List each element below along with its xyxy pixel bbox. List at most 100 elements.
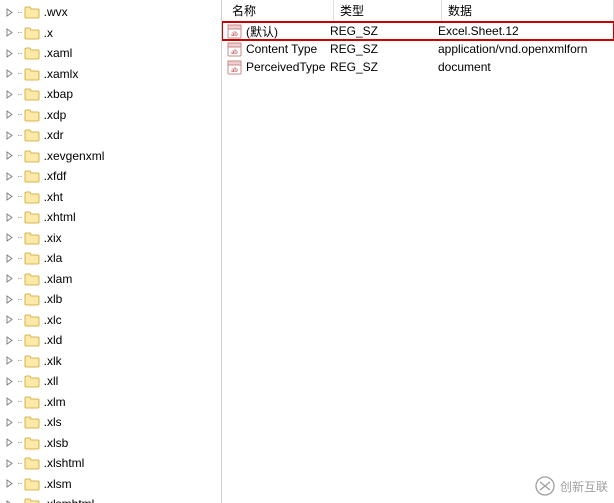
tree-item[interactable]: ·· .xfdf <box>0 166 221 187</box>
tree-guide: ·· <box>17 355 22 366</box>
tree-item-label: .xlc <box>44 313 62 327</box>
tree-item-label: .xhtml <box>44 210 76 224</box>
reg-string-icon: ab <box>226 60 242 75</box>
folder-icon <box>24 292 40 306</box>
expand-icon[interactable] <box>4 417 15 428</box>
expand-icon[interactable] <box>4 68 15 79</box>
tree-item[interactable]: ·· .xhtml <box>0 207 221 228</box>
tree-item[interactable]: ·· .xdp <box>0 105 221 126</box>
tree-item-label: .xbap <box>44 87 73 101</box>
tree-item[interactable]: ·· .xevgenxml <box>0 146 221 167</box>
value-name: Content Type <box>246 42 317 56</box>
tree-item[interactable]: ·· .x <box>0 23 221 44</box>
folder-icon <box>24 456 40 470</box>
tree-guide: ·· <box>17 68 22 79</box>
expand-icon[interactable] <box>4 396 15 407</box>
value-type: REG_SZ <box>330 60 438 74</box>
tree-guide: ·· <box>17 314 22 325</box>
expand-icon[interactable] <box>4 232 15 243</box>
tree-item[interactable]: ·· .xlc <box>0 310 221 331</box>
tree-item[interactable]: ·· .xlshtml <box>0 453 221 474</box>
tree-item[interactable]: ·· .xll <box>0 371 221 392</box>
tree-item[interactable]: ·· .xamlx <box>0 64 221 85</box>
tree-item-label: .xdr <box>44 128 64 142</box>
header-data[interactable]: 数据 <box>442 0 614 21</box>
expand-icon[interactable] <box>4 294 15 305</box>
reg-string-icon: ab <box>226 24 242 39</box>
expand-icon[interactable] <box>4 273 15 284</box>
list-row[interactable]: ab PerceivedType REG_SZdocument <box>222 58 614 76</box>
tree-item[interactable]: ·· .xlb <box>0 289 221 310</box>
folder-icon <box>24 128 40 142</box>
tree-item[interactable]: ·· .xaml <box>0 43 221 64</box>
list-row[interactable]: ab (默认)REG_SZExcel.Sheet.12 <box>222 22 614 40</box>
tree-item-label: .xamlx <box>44 67 79 81</box>
folder-icon <box>24 395 40 409</box>
tree-guide: ·· <box>17 478 22 489</box>
tree-guide: ·· <box>17 458 22 469</box>
value-name: PerceivedType <box>246 60 325 74</box>
tree-item[interactable]: ·· .xld <box>0 330 221 351</box>
value-data: Excel.Sheet.12 <box>438 24 614 38</box>
list-row[interactable]: ab Content TypeREG_SZapplication/vnd.ope… <box>222 40 614 58</box>
expand-icon[interactable] <box>4 130 15 141</box>
tree-item[interactable]: ·· .xls <box>0 412 221 433</box>
tree-guide: ·· <box>17 7 22 18</box>
header-name[interactable]: 名称 <box>226 0 334 21</box>
expand-icon[interactable] <box>4 48 15 59</box>
value-type: REG_SZ <box>330 24 438 38</box>
tree-item[interactable]: ·· .xlsb <box>0 433 221 454</box>
tree-guide: ·· <box>17 396 22 407</box>
expand-icon[interactable] <box>4 478 15 489</box>
tree-guide: ·· <box>17 191 22 202</box>
value-data: document <box>438 60 614 74</box>
tree-item-label: .xfdf <box>44 169 67 183</box>
reg-string-icon: ab <box>226 42 242 57</box>
tree-item[interactable]: ·· .xlsmhtml <box>0 494 221 503</box>
tree-item-label: .xlk <box>44 354 62 368</box>
expand-icon[interactable] <box>4 253 15 264</box>
expand-icon[interactable] <box>4 355 15 366</box>
tree-guide: ·· <box>17 232 22 243</box>
tree-item[interactable]: ·· .xla <box>0 248 221 269</box>
expand-icon[interactable] <box>4 437 15 448</box>
tree-item-label: .xht <box>44 190 63 204</box>
expand-icon[interactable] <box>4 171 15 182</box>
tree-item-label: .xld <box>44 333 63 347</box>
expand-icon[interactable] <box>4 212 15 223</box>
registry-values-panel: 名称 类型 数据 ab (默认)REG_SZExcel.Sheet.12 ab … <box>222 0 614 503</box>
tree-item[interactable]: ·· .xlm <box>0 392 221 413</box>
expand-icon[interactable] <box>4 191 15 202</box>
expand-icon[interactable] <box>4 335 15 346</box>
tree-item[interactable]: ·· .xbap <box>0 84 221 105</box>
expand-icon[interactable] <box>4 314 15 325</box>
folder-icon <box>24 415 40 429</box>
folder-icon <box>24 26 40 40</box>
expand-icon[interactable] <box>4 458 15 469</box>
tree-guide: ·· <box>17 417 22 428</box>
expand-icon[interactable] <box>4 376 15 387</box>
folder-icon <box>24 5 40 19</box>
tree-item[interactable]: ·· .wvx <box>0 2 221 23</box>
registry-tree-panel[interactable]: ·· .wvx ·· .x ·· .xaml ·· .xamlx ·· .xba… <box>0 0 222 503</box>
folder-icon <box>24 210 40 224</box>
expand-icon[interactable] <box>4 27 15 38</box>
expand-icon[interactable] <box>4 7 15 18</box>
tree-item[interactable]: ·· .xix <box>0 228 221 249</box>
tree-item[interactable]: ·· .xlsm <box>0 474 221 495</box>
header-type[interactable]: 类型 <box>334 0 442 21</box>
tree-item-label: .xevgenxml <box>44 149 105 163</box>
expand-icon[interactable] <box>4 89 15 100</box>
folder-icon <box>24 436 40 450</box>
expand-icon[interactable] <box>4 150 15 161</box>
expand-icon[interactable] <box>4 109 15 120</box>
svg-text:ab: ab <box>231 30 238 38</box>
tree-guide: ·· <box>17 171 22 182</box>
tree-item-label: .xlsm <box>44 477 72 491</box>
tree-item[interactable]: ·· .xdr <box>0 125 221 146</box>
tree-item[interactable]: ·· .xht <box>0 187 221 208</box>
tree-item-label: .xlsmhtml <box>44 497 95 503</box>
tree-item[interactable]: ·· .xlam <box>0 269 221 290</box>
tree-item[interactable]: ·· .xlk <box>0 351 221 372</box>
expand-icon[interactable] <box>4 499 15 503</box>
